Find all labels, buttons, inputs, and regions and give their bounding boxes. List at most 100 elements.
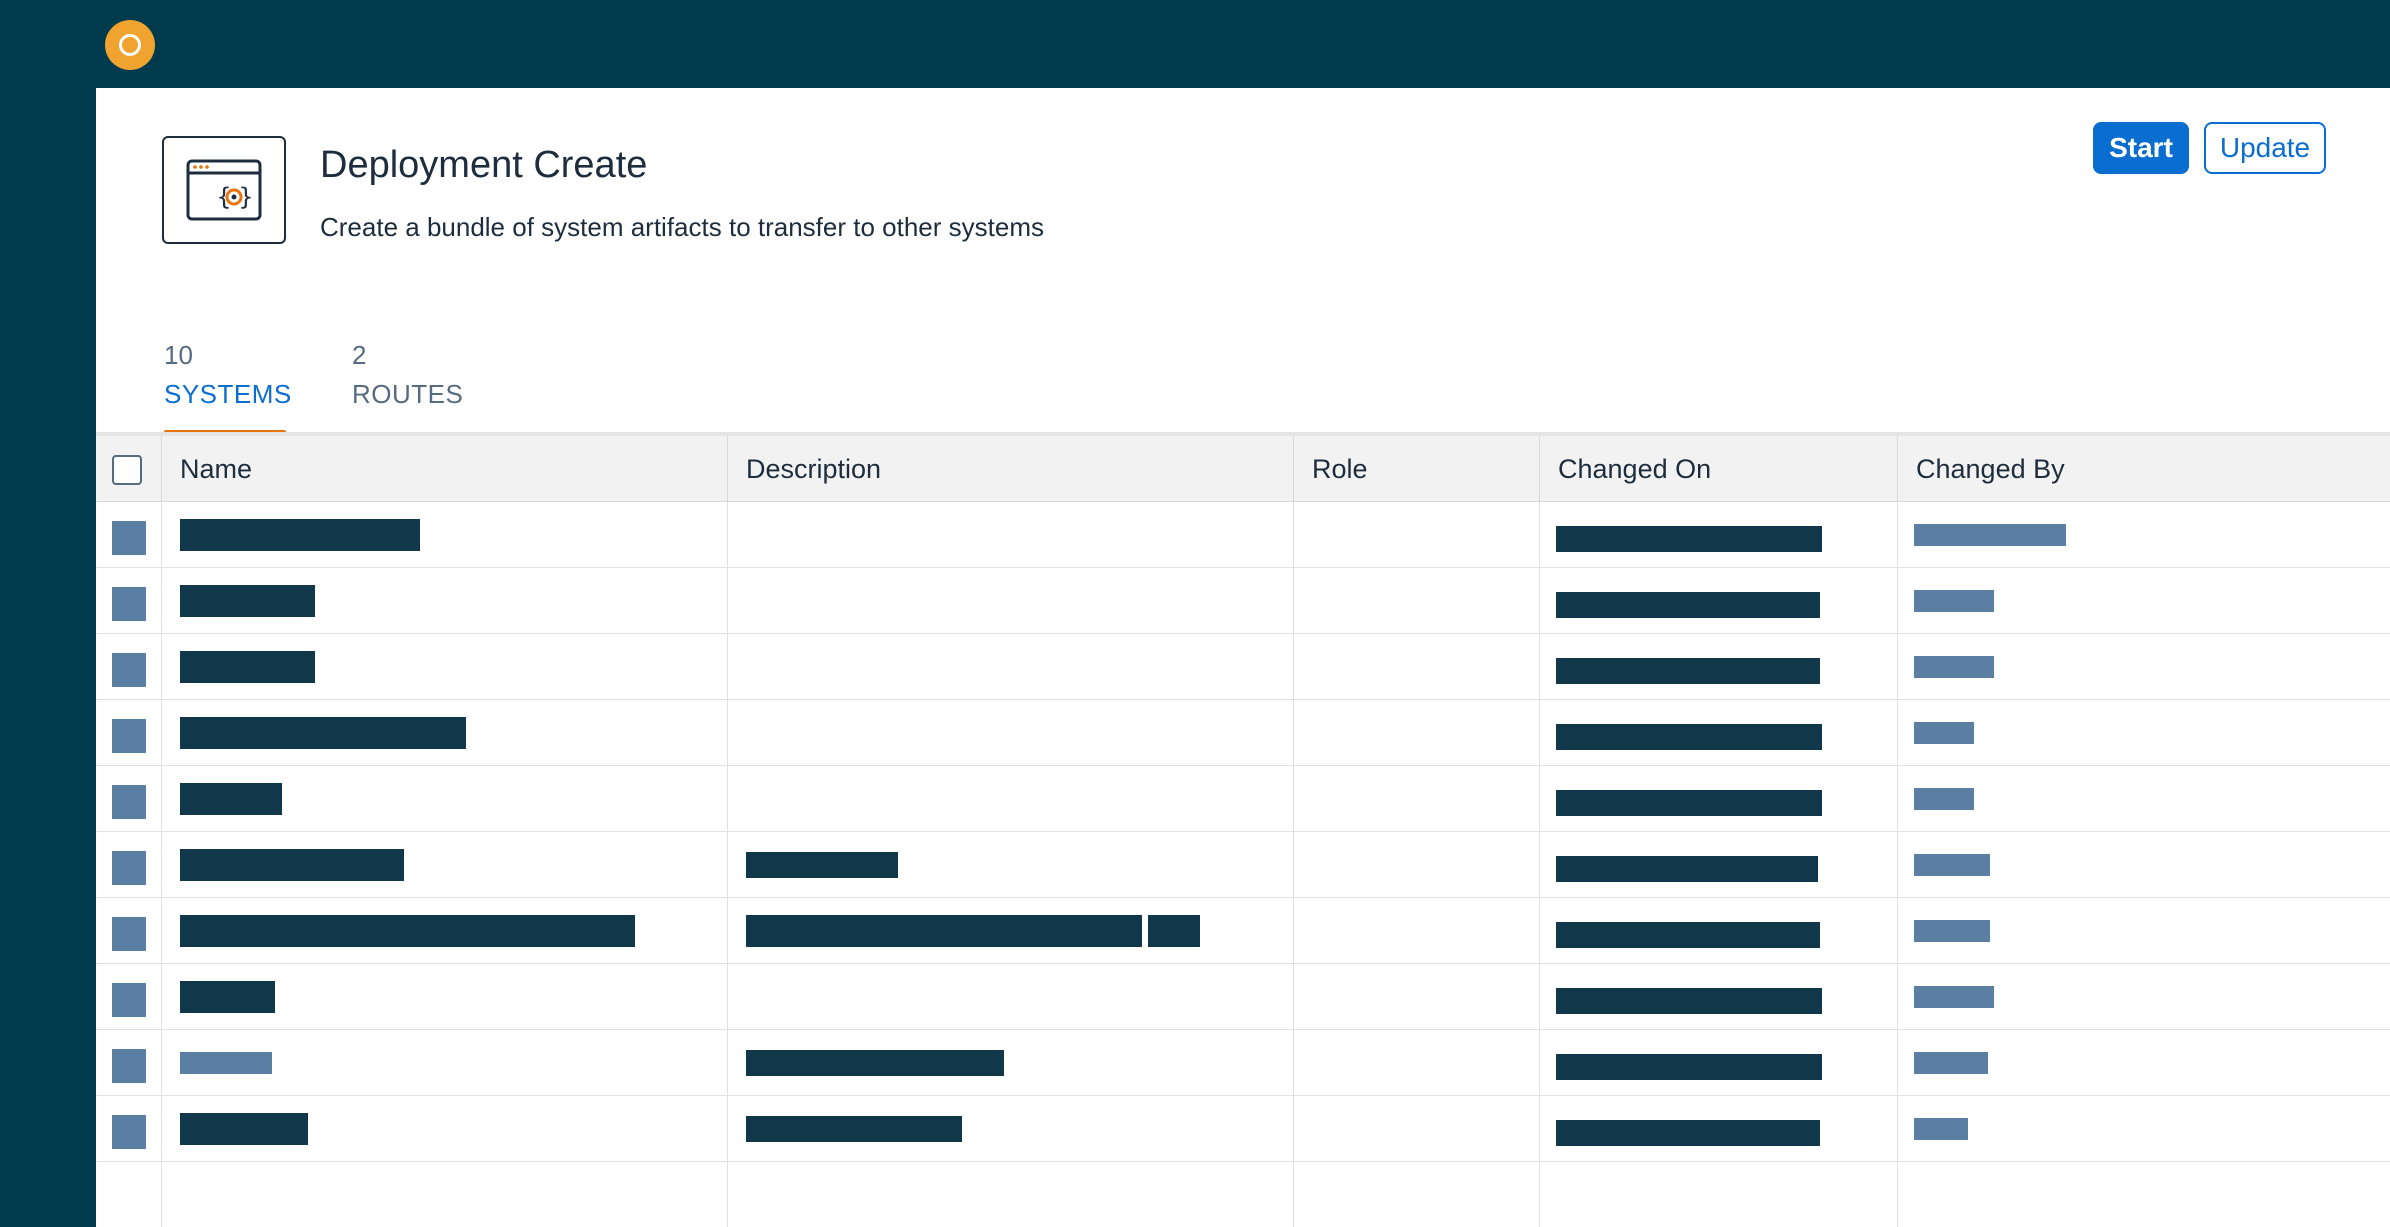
changed-by-cell [1898, 568, 2390, 634]
changed-on-cell [1540, 964, 1898, 1030]
redacted-name [180, 783, 282, 815]
update-button[interactable]: Update [2204, 122, 2326, 174]
shell-bar [0, 0, 2390, 88]
tab-routes[interactable]: 2 ROUTES [352, 340, 472, 434]
empty-cell [1898, 1162, 2390, 1227]
row-select-checkbox[interactable] [112, 851, 146, 885]
name-cell [162, 634, 728, 700]
row-select-checkbox[interactable] [112, 587, 146, 621]
redacted-description [746, 915, 1142, 947]
changed-by-cell [1898, 634, 2390, 700]
name-cell [162, 1096, 728, 1162]
redacted-changed-by [1914, 920, 1990, 942]
changed-by-cell [1898, 700, 2390, 766]
redacted-changed-on [1556, 658, 1820, 684]
empty-cell [1540, 1162, 1898, 1227]
redacted-name [180, 981, 275, 1013]
description-cell [728, 898, 1294, 964]
select-cell [96, 898, 162, 964]
select-cell [96, 832, 162, 898]
table-row[interactable] [96, 700, 2390, 766]
select-all-checkbox[interactable] [112, 455, 142, 485]
column-header-role[interactable]: Role [1294, 436, 1540, 502]
table-row[interactable] [96, 502, 2390, 568]
column-header-changed-on[interactable]: Changed On [1540, 436, 1898, 502]
changed-by-cell [1898, 502, 2390, 568]
redacted-changed-by [1914, 854, 1990, 876]
redacted-description [746, 1050, 1004, 1076]
column-header-name[interactable]: Name [162, 436, 728, 502]
role-cell [1294, 766, 1540, 832]
svg-text:{: { [217, 183, 231, 211]
start-button[interactable]: Start [2093, 122, 2189, 174]
table-row[interactable] [96, 634, 2390, 700]
redacted-name [180, 717, 466, 749]
row-select-checkbox[interactable] [112, 1049, 146, 1083]
description-cell [728, 766, 1294, 832]
select-cell [96, 766, 162, 832]
role-cell [1294, 1030, 1540, 1096]
row-select-checkbox[interactable] [112, 785, 146, 819]
tab-routes-count: 2 [352, 340, 367, 370]
name-cell [162, 1030, 728, 1096]
empty-cell [1294, 1162, 1540, 1227]
table-row[interactable] [96, 832, 2390, 898]
changed-by-cell [1898, 1096, 2390, 1162]
row-select-checkbox[interactable] [112, 653, 146, 687]
table-row[interactable] [96, 898, 2390, 964]
tab-systems-count: 10 [164, 340, 193, 370]
description-cell [728, 502, 1294, 568]
description-cell [728, 832, 1294, 898]
row-select-checkbox[interactable] [112, 917, 146, 951]
company-logo[interactable] [105, 20, 155, 70]
name-cell [162, 766, 728, 832]
redacted-changed-by [1914, 590, 1994, 612]
select-column-header [96, 436, 162, 502]
row-select-checkbox[interactable] [112, 521, 146, 555]
column-header-description[interactable]: Description [728, 436, 1294, 502]
main-page: { } Deployment Create Create a bundle of… [96, 88, 2390, 1227]
empty-cell [96, 1162, 162, 1227]
row-select-checkbox[interactable] [112, 719, 146, 753]
role-cell [1294, 568, 1540, 634]
redacted-changed-on [1556, 526, 1822, 552]
table-row[interactable] [96, 1096, 2390, 1162]
description-cell [728, 568, 1294, 634]
changed-on-cell [1540, 1096, 1898, 1162]
changed-on-cell [1540, 502, 1898, 568]
empty-cell [162, 1162, 728, 1227]
table-row[interactable] [96, 766, 2390, 832]
redacted-name [180, 1052, 272, 1074]
role-cell [1294, 964, 1540, 1030]
select-cell [96, 964, 162, 1030]
select-cell [96, 634, 162, 700]
redacted-changed-by [1914, 986, 1994, 1008]
name-cell [162, 568, 728, 634]
table-row[interactable] [96, 568, 2390, 634]
redacted-name [180, 849, 404, 881]
redacted-changed-by [1914, 1052, 1988, 1074]
name-cell [162, 964, 728, 1030]
row-select-checkbox[interactable] [112, 983, 146, 1017]
changed-on-cell [1540, 568, 1898, 634]
changed-on-cell [1540, 634, 1898, 700]
tab-systems[interactable]: 10 SYSTEMS [164, 340, 292, 434]
tab-systems-label: SYSTEMS [164, 379, 292, 409]
table-empty-area [96, 1162, 2390, 1227]
redacted-name [180, 519, 420, 551]
column-header-changed-by[interactable]: Changed By [1898, 436, 2390, 502]
changed-on-cell [1540, 766, 1898, 832]
redacted-name [180, 1113, 308, 1145]
redacted-changed-by [1914, 788, 1974, 810]
table-row[interactable] [96, 1030, 2390, 1096]
changed-on-cell [1540, 898, 1898, 964]
changed-by-cell [1898, 766, 2390, 832]
redacted-description [746, 852, 898, 878]
table-header: Name Description Role Changed On Changed… [96, 436, 2390, 502]
redacted-changed-on [1556, 790, 1822, 816]
row-select-checkbox[interactable] [112, 1115, 146, 1149]
table-row[interactable] [96, 964, 2390, 1030]
left-rail [0, 88, 96, 1227]
redacted-description [1148, 915, 1200, 947]
select-cell [96, 1030, 162, 1096]
